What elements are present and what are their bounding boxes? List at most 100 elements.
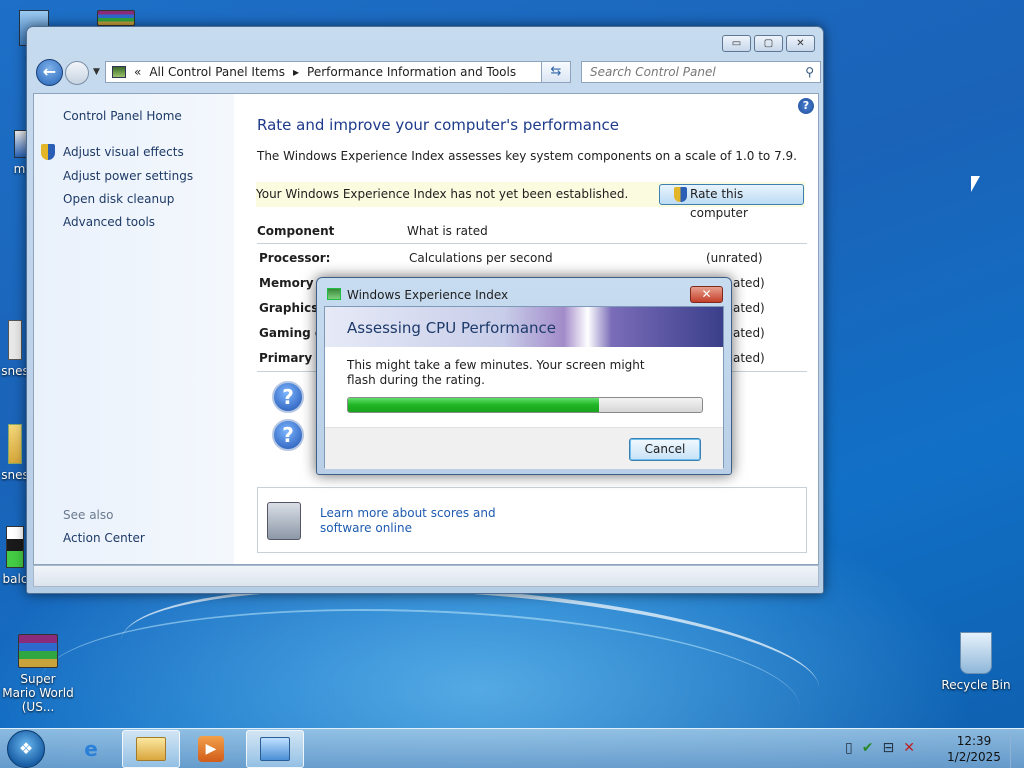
score-cell: ated): [733, 326, 765, 340]
experience-index-icon: [327, 288, 341, 300]
action-center-link[interactable]: Action Center: [63, 531, 145, 545]
help-question-icon[interactable]: ?: [272, 381, 304, 413]
navigation-bar: ← ▼ « All Control Panel Items ▸ Performa…: [33, 59, 821, 87]
desktop-icon-label: snes: [1, 468, 29, 482]
address-overflow-chevron[interactable]: «: [134, 62, 141, 82]
search-icon[interactable]: ⚲: [805, 62, 814, 82]
file-icon: [8, 320, 22, 360]
internet-explorer-icon: e: [84, 737, 98, 761]
system-tray: ▯ ✔ ⊟ ✕: [845, 740, 915, 756]
progress-fill: [348, 398, 600, 412]
learn-more-box: Learn more about scores and software onl…: [257, 487, 807, 553]
flag-icon[interactable]: ▯: [845, 740, 853, 756]
network-icon[interactable]: ⊟: [882, 740, 894, 756]
table-row: Processor: Calculations per second (unra…: [259, 251, 807, 271]
taskbar-control-panel[interactable]: [246, 730, 304, 768]
refresh-icon: ⇆: [550, 64, 562, 79]
dialog-banner: Assessing CPU Performance: [325, 307, 723, 347]
status-bar: [33, 565, 819, 587]
dialog-heading: Assessing CPU Performance: [347, 319, 557, 337]
column-what-is-rated: What is rated: [407, 224, 488, 238]
component-cell: Processor:: [259, 251, 331, 265]
media-player-icon: ▶: [198, 736, 224, 762]
refresh-button[interactable]: ⇆: [541, 61, 571, 83]
notice-bar: Your Windows Experience Index has not ye…: [256, 182, 805, 220]
windows-logo-icon: ❖: [18, 739, 34, 758]
component-cell: Graphics:: [259, 301, 324, 315]
forward-button[interactable]: [65, 61, 89, 85]
software-box-icon: [267, 502, 301, 540]
start-button[interactable]: ❖: [7, 730, 45, 768]
breadcrumb-all-items[interactable]: All Control Panel Items: [149, 62, 285, 82]
learn-more-link[interactable]: Learn more about scores and software onl…: [320, 506, 540, 536]
close-icon: ✕: [701, 287, 712, 301]
control-panel-icon: [260, 737, 290, 761]
adjust-visual-effects-link[interactable]: Adjust visual effects: [41, 144, 184, 160]
advanced-tools-link[interactable]: Advanced tools: [63, 215, 155, 229]
minimize-button[interactable]: ▭: [722, 35, 751, 52]
show-desktop-button[interactable]: [1010, 729, 1024, 768]
winrar-archive-icon: [97, 10, 135, 26]
page-title: Rate and improve your computer's perform…: [257, 116, 619, 134]
back-button[interactable]: ←: [36, 59, 63, 86]
cancel-button[interactable]: Cancel: [629, 438, 701, 461]
clock[interactable]: 12:39 1/2/2025: [944, 733, 1004, 765]
desktop-icon-label: snes: [1, 364, 29, 378]
page-description: The Windows Experience Index assesses ke…: [257, 149, 797, 163]
dialog-footer: Cancel: [325, 427, 723, 469]
score-cell: ated): [733, 351, 765, 365]
search-input[interactable]: Search Control Panel ⚲: [581, 61, 821, 83]
taskbar: ❖ e ▶ ▯ ✔ ⊟ ✕ 12:39 1/2/2025: [0, 728, 1024, 768]
adjust-power-settings-link[interactable]: Adjust power settings: [63, 169, 193, 183]
folder-icon: [8, 424, 22, 464]
clock-date: 1/2/2025: [947, 750, 1001, 764]
action-center-icon[interactable]: ✔: [862, 740, 874, 756]
uac-shield-icon: [674, 187, 687, 202]
breadcrumb-performance[interactable]: Performance Information and Tools: [307, 62, 516, 82]
desktop-icon-recycle-bin[interactable]: Recycle Bin: [940, 632, 1012, 692]
dialog-message: This might take a few minutes. Your scre…: [347, 358, 645, 387]
volume-muted-icon[interactable]: ✕: [903, 740, 915, 756]
desktop-icon-label: Super Mario World (US...: [2, 672, 74, 714]
dialog-title: Windows Experience Index: [347, 288, 509, 302]
mouse-cursor: [971, 176, 980, 192]
score-cell: (unrated): [706, 251, 763, 265]
address-bar[interactable]: « All Control Panel Items ▸ Performance …: [105, 61, 571, 83]
caption-buttons: ▭ ▢ ✕: [722, 35, 815, 52]
recycle-bin-icon: [960, 632, 992, 674]
breadcrumb-separator-icon[interactable]: ▸: [293, 62, 299, 82]
winrar-archive-icon: [18, 634, 58, 668]
recent-pages-dropdown[interactable]: ▼: [93, 67, 100, 77]
adjust-visual-effects-label: Adjust visual effects: [63, 145, 184, 159]
chevron-down-icon: ▼: [93, 67, 100, 77]
clock-time: 12:39: [956, 734, 992, 748]
open-disk-cleanup-link[interactable]: Open disk cleanup: [63, 192, 174, 206]
dialog-body: Assessing CPU Performance This might tak…: [324, 306, 724, 469]
close-button[interactable]: ✕: [786, 35, 815, 52]
uac-shield-icon: [41, 144, 55, 160]
notice-text: Your Windows Experience Index has not ye…: [256, 187, 629, 201]
maximize-button[interactable]: ▢: [754, 35, 783, 52]
rate-button-label: Rate this computer: [690, 187, 748, 220]
see-also-heading: See also: [63, 508, 114, 522]
control-panel-icon: [112, 66, 126, 78]
dialog-close-button[interactable]: ✕: [690, 286, 723, 303]
table-header: Component What is rated: [257, 220, 807, 244]
taskbar-windows-explorer[interactable]: [122, 730, 180, 768]
rate-this-computer-button[interactable]: Rate this computer: [659, 184, 804, 220]
score-cell: ated): [733, 276, 765, 290]
desktop-icon-label: Recycle Bin: [941, 678, 1011, 692]
taskbar-media-player[interactable]: ▶: [182, 730, 240, 768]
column-component: Component: [257, 224, 335, 238]
experience-index-dialog: Windows Experience Index ✕ Assessing CPU…: [316, 277, 732, 475]
progress-bar: [347, 397, 703, 413]
search-placeholder: Search Control Panel: [590, 65, 716, 79]
control-panel-home-link[interactable]: Control Panel Home: [63, 109, 182, 123]
left-pane: Control Panel Home Adjust visual effects…: [34, 94, 234, 564]
score-cell: ated): [733, 301, 765, 315]
taskbar-internet-explorer[interactable]: e: [62, 730, 120, 768]
help-question-icon[interactable]: ?: [272, 419, 304, 451]
desktop-icon-super-mario[interactable]: Super Mario World (US...: [2, 634, 74, 714]
back-arrow-icon: ←: [42, 62, 57, 81]
desktop-icon-label: balc: [2, 572, 28, 586]
